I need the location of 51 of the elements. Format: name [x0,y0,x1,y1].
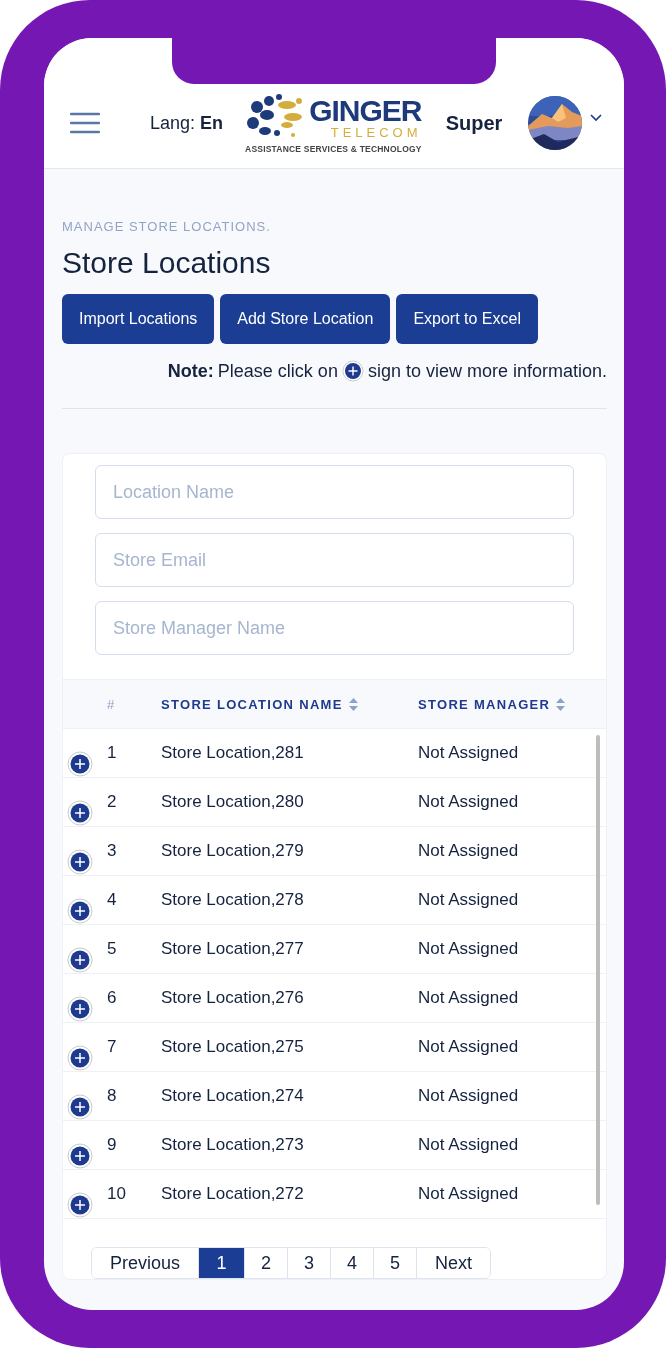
table-cell: Not Assigned [418,1085,519,1107]
filter-field[interactable]: Store Email [95,533,574,587]
table-cell-text: 9 [106,1134,118,1156]
breadcrumb-text: MANAGE STORE LOCATIONS. [62,219,272,234]
table-cell-text: 7 [106,1036,118,1058]
filter-field[interactable]: Store Manager Name [95,601,574,655]
table-cell-text: Store Location,272 [161,1183,305,1205]
table-cell-text: Store Location,276 [161,987,305,1009]
language-selector[interactable]: Lang: En [150,112,224,134]
action-button[interactable]: Add Store Location [220,294,391,344]
table-cell-text: 3 [106,840,118,862]
page-button[interactable]: 1 [199,1248,246,1278]
table-cell-text: Store Location,278 [161,889,305,911]
filter-field[interactable]: Location Name [95,465,574,519]
logo-tagline: ASSISTANCE SERVICES & TECHNOLOGY [245,143,422,154]
table-cell-text: 5 [106,938,118,960]
user-name: Super [445,111,503,135]
column-header: # [106,696,117,712]
page-title: Store Locations [62,246,272,280]
logo-subtitle: TELECOM [330,126,422,139]
table-cell: Not Assigned [418,938,519,960]
table-cell: Not Assigned [418,742,519,764]
action-button[interactable]: Import Locations [62,294,215,344]
table-cell-text: Store Location,275 [161,1036,305,1058]
table-cell-text: 1 [106,742,118,764]
previous-button[interactable]: Previous [92,1248,200,1278]
table-cell: Not Assigned [418,1183,519,1205]
table-cell-text: Store Location,277 [161,938,305,960]
column-header[interactable]: STORE LOCATION NAME [161,696,418,712]
action-button[interactable]: Export to Excel [396,294,538,344]
table-cell-text: 6 [106,987,118,1009]
table-cell-text: Store Location,281 [161,742,305,764]
note-label: Note: [167,360,214,382]
table-cell-text: Store Location,274 [161,1085,305,1107]
table-cell-text: 2 [106,791,118,813]
table-cell-text: 8 [106,1085,118,1107]
logo-wordmark: GINGER [309,96,422,126]
table-cell-text: Store Location,279 [161,840,305,862]
table-cell: Not Assigned [418,889,519,911]
table-cell: Not Assigned [418,791,519,813]
table-cell: Not Assigned [418,1036,519,1058]
table-cell-text: 10 [106,1183,127,1205]
table-cell-text: Store Location,280 [161,791,305,813]
table-cell-text: 4 [106,889,118,911]
table-cell: Not Assigned [418,840,519,862]
table-cell: Not Assigned [418,1134,519,1156]
column-header[interactable]: STORE MANAGER [418,696,566,712]
note-text: sign to view more information. [367,360,607,382]
table-cell-text: Store Location,273 [161,1134,305,1156]
table-cell: Not Assigned [418,987,519,1009]
note-text: Please click on [217,360,338,382]
